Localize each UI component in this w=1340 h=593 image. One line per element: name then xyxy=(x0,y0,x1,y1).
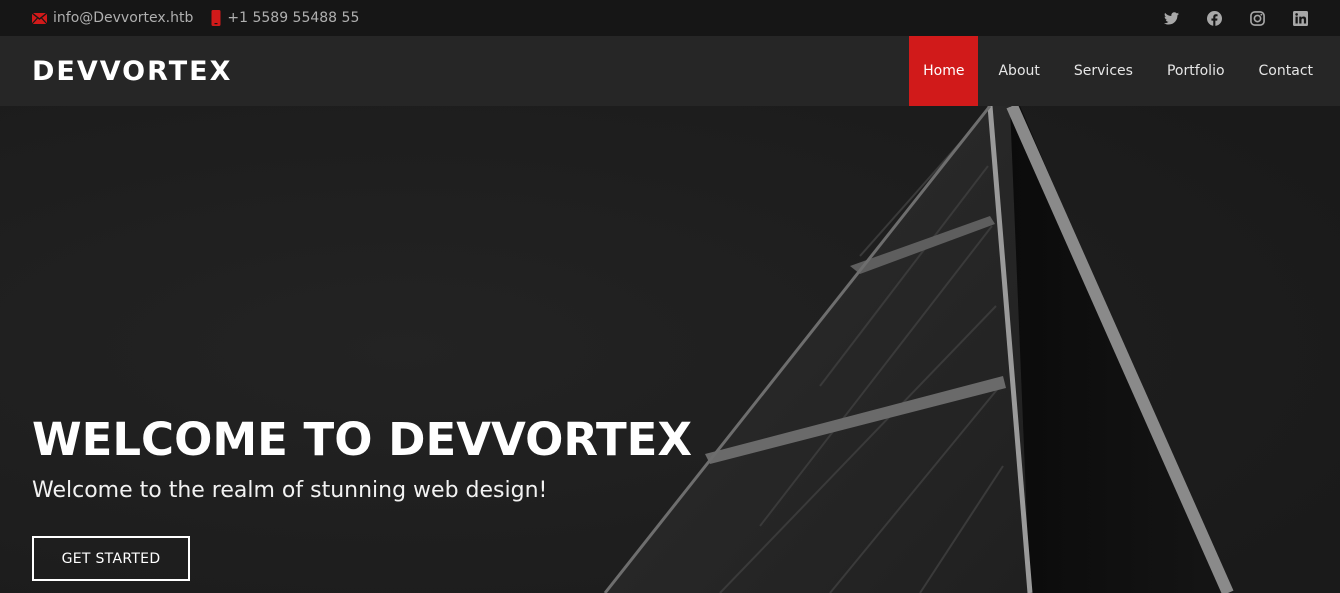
nav-portfolio[interactable]: Portfolio xyxy=(1153,36,1239,106)
main-nav: Home About Services Portfolio Contact xyxy=(903,36,1327,106)
email-text: info@Devvortex.htb xyxy=(53,10,194,26)
instagram-icon[interactable] xyxy=(1249,10,1265,26)
twitter-icon[interactable] xyxy=(1163,10,1179,26)
nav-services[interactable]: Services xyxy=(1060,36,1147,106)
nav-contact[interactable]: Contact xyxy=(1245,36,1327,106)
site-header: DEVVORTEX Home About Services Portfolio … xyxy=(0,36,1340,106)
hero-subtitle: Welcome to the realm of stunning web des… xyxy=(32,478,548,503)
top-bar: info@Devvortex.htb +1 5589 55488 55 xyxy=(0,0,1340,36)
hero-background-image xyxy=(0,106,1340,593)
hero-section: WELCOME TO DEVVORTEX Welcome to the real… xyxy=(0,106,1340,593)
email-link[interactable]: info@Devvortex.htb xyxy=(32,10,193,26)
nav-about[interactable]: About xyxy=(984,36,1053,106)
facebook-icon[interactable] xyxy=(1206,10,1222,26)
phone-icon xyxy=(211,10,221,26)
social-links xyxy=(1136,10,1308,26)
linkedin-icon[interactable] xyxy=(1292,10,1308,26)
phone-link[interactable]: +1 5589 55488 55 xyxy=(211,10,359,26)
get-started-button[interactable]: GET STARTED xyxy=(32,536,190,581)
envelope-icon xyxy=(32,12,47,24)
site-logo[interactable]: DEVVORTEX xyxy=(32,56,232,87)
phone-text: +1 5589 55488 55 xyxy=(227,10,360,26)
hero-title: WELCOME TO DEVVORTEX xyxy=(32,413,693,466)
contact-info: info@Devvortex.htb +1 5589 55488 55 xyxy=(32,10,377,26)
nav-home[interactable]: Home xyxy=(909,36,979,106)
